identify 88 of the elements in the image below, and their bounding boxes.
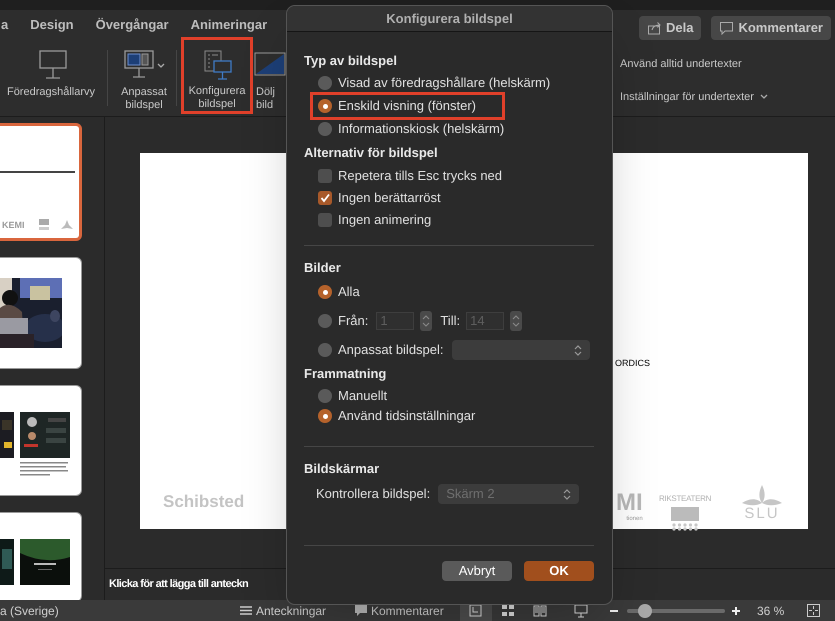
logo-text: MI [616,491,643,515]
slide-caption: ORDICS [615,357,650,370]
leaf-logo-icon [742,485,782,506]
field-label: Till: [440,312,460,330]
checkmark-icon [320,193,330,203]
ribbon-tab[interactable]: Övergångar [96,15,169,35]
section-heading: Frammatning [304,366,388,382]
caret-icon [760,94,768,100]
normal-view-icon [469,604,483,618]
plant-icon [60,220,72,230]
stepper-button[interactable] [420,311,432,331]
notes-placeholder[interactable]: Klicka för att lägga till anteckn [109,576,248,593]
ribbon-tab[interactable]: Animeringar [190,15,268,35]
stepper-arrows-icon [563,488,572,500]
grid-icon [501,604,515,618]
lines-icon [240,606,252,615]
radio-button[interactable] [318,409,332,423]
ribbon-button[interactable]: Konfigurera bildspel [181,37,253,114]
notes-toggle[interactable]: Anteckningar [240,602,326,620]
comments-button[interactable]: Kommentarer [711,16,831,40]
slide-thumbnail[interactable] [0,257,82,369]
checkbox[interactable] [318,169,332,183]
caret-icon [157,62,165,68]
screenshot-icon [20,539,70,585]
slide-thumbnail[interactable] [0,512,82,600]
ribbon-button[interactable]: Dölj bild [256,40,284,116]
speech-bubble-icon [355,605,367,616]
logo-text: SLU [744,506,780,522]
stepper-arrows-icon [512,315,520,327]
ribbon-button[interactable]: Föredragshållarvy [3,40,99,116]
presentation-icon [574,604,588,618]
fit-to-window-icon[interactable] [807,604,820,617]
ribbon-option[interactable]: Inställningar för undertexter [620,88,768,105]
dropdown-field[interactable] [452,340,590,360]
ribbon-tab[interactable]: Design [30,15,74,35]
ribbon-option[interactable]: Använd alltid undertexter [620,56,768,72]
radio-button[interactable] [318,76,332,90]
zoom-percent: 36 % [757,602,784,620]
speech-bubble-icon [719,21,734,35]
ribbon-button[interactable]: Anpassat bildspel [116,40,172,116]
radio-option[interactable]: Från: [318,311,368,331]
checkbox-option[interactable]: Ingen berättarröst [318,187,594,209]
slide-thumbnail[interactable] [0,385,82,496]
checkbox[interactable] [318,213,332,227]
language-label: a (Sverige) [0,602,59,620]
theater-logo-icon [671,507,700,531]
ribbon-tab[interactable]: a [1,15,8,35]
checkbox[interactable] [318,191,332,205]
screenshot-icon [20,412,70,458]
logo-text: RIKSTEATERN [659,493,712,505]
stepper-arrows-icon [422,315,430,327]
radio-option[interactable]: Anpassat bildspel: [318,340,444,360]
ok-button[interactable]: OK [524,561,594,581]
logo-text: KEMI [2,218,24,232]
stepper-arrows-icon [574,344,582,356]
radio-button[interactable] [318,389,332,403]
cancel-button[interactable]: Avbryt [442,561,512,581]
section-heading: Bilder [304,260,342,276]
screenshot-icon [0,412,14,458]
radio-option[interactable]: Enskild visning (fönster) [310,92,505,120]
radio-option[interactable]: Informationskiosk (helskärm) [318,119,594,139]
radio-button[interactable] [318,122,332,136]
share-button[interactable]: Dela [639,16,702,40]
radio-option[interactable]: Alla [318,282,360,302]
logo-text: Schibsted [163,491,244,513]
share-icon [647,21,662,35]
slider-thumb[interactable] [638,604,652,618]
screenshot-icon [0,539,14,585]
radio-option[interactable]: Manuellt [318,386,594,406]
plus-icon[interactable] [732,606,740,614]
comments-toggle[interactable]: Kommentarer [355,602,444,620]
radio-button[interactable] [318,314,332,328]
stepper-button[interactable] [510,311,522,331]
book-icon [533,604,547,618]
checkbox-option[interactable]: Ingen animering [318,209,594,231]
radio-option[interactable]: Använd tidsinställningar [318,406,594,426]
field-label: Kontrollera bildspel: [316,485,430,504]
dialog-title: Konfigurera bildspel [386,10,513,28]
radio-button[interactable] [318,99,332,113]
section-heading: Bildskärmar [304,461,380,477]
radio-button[interactable] [318,343,332,357]
text-line-icon [0,171,75,173]
radio-button[interactable] [318,285,332,299]
text-lines-icon [20,462,68,476]
section-heading: Typ av bildspel [304,53,398,69]
section-heading: Alternativ för bildspel [304,145,439,161]
checkbox-option[interactable]: Repetera tills Esc trycks ned [318,165,594,187]
radio-option[interactable]: Visad av föredragshållare (helskärm) [318,73,594,93]
